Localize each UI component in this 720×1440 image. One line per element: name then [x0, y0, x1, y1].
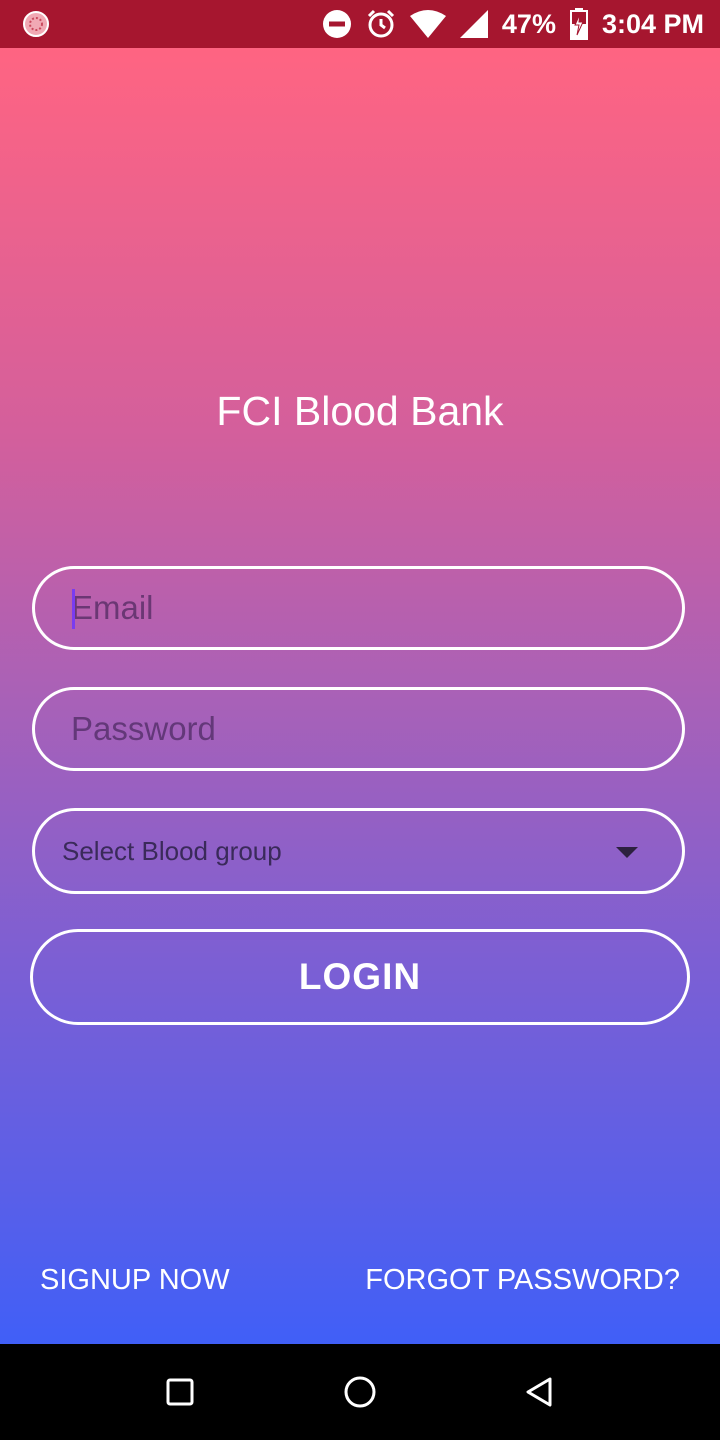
forgot-password-link[interactable]: FORGOT PASSWORD? — [365, 1264, 680, 1297]
battery-percentage: 47% — [501, 8, 556, 39]
email-input[interactable] — [71, 569, 631, 647]
navigation-bar — [0, 1344, 720, 1440]
blood-group-label: Select Blood group — [62, 836, 282, 866]
email-field[interactable] — [32, 566, 685, 650]
status-bar: 47% 3:04 PM — [0, 0, 720, 48]
password-input[interactable] — [71, 690, 631, 768]
alarm-icon — [366, 9, 396, 39]
blood-group-select[interactable]: Select Blood group — [32, 808, 685, 894]
signal-icon — [459, 10, 488, 38]
home-icon[interactable] — [342, 1374, 378, 1410]
status-icons: 47% 3:04 PM — [322, 0, 704, 48]
app-notification-icon — [22, 10, 50, 38]
login-button[interactable]: LOGIN — [30, 929, 690, 1025]
login-screen: FCI Blood Bank Select Blood group LOGIN … — [0, 48, 720, 1344]
clock: 3:04 PM — [601, 8, 704, 39]
back-icon[interactable] — [522, 1374, 558, 1410]
app-title: FCI Blood Bank — [216, 388, 504, 434]
dropdown-arrow-icon[interactable] — [616, 847, 638, 858]
recent-apps-icon[interactable] — [162, 1374, 198, 1410]
battery-charging-icon — [569, 8, 588, 40]
password-field[interactable] — [32, 687, 685, 771]
signup-link[interactable]: SIGNUP NOW — [40, 1264, 230, 1297]
do-not-disturb-icon — [322, 9, 352, 39]
wifi-icon — [409, 10, 446, 38]
text-caret — [72, 589, 75, 629]
